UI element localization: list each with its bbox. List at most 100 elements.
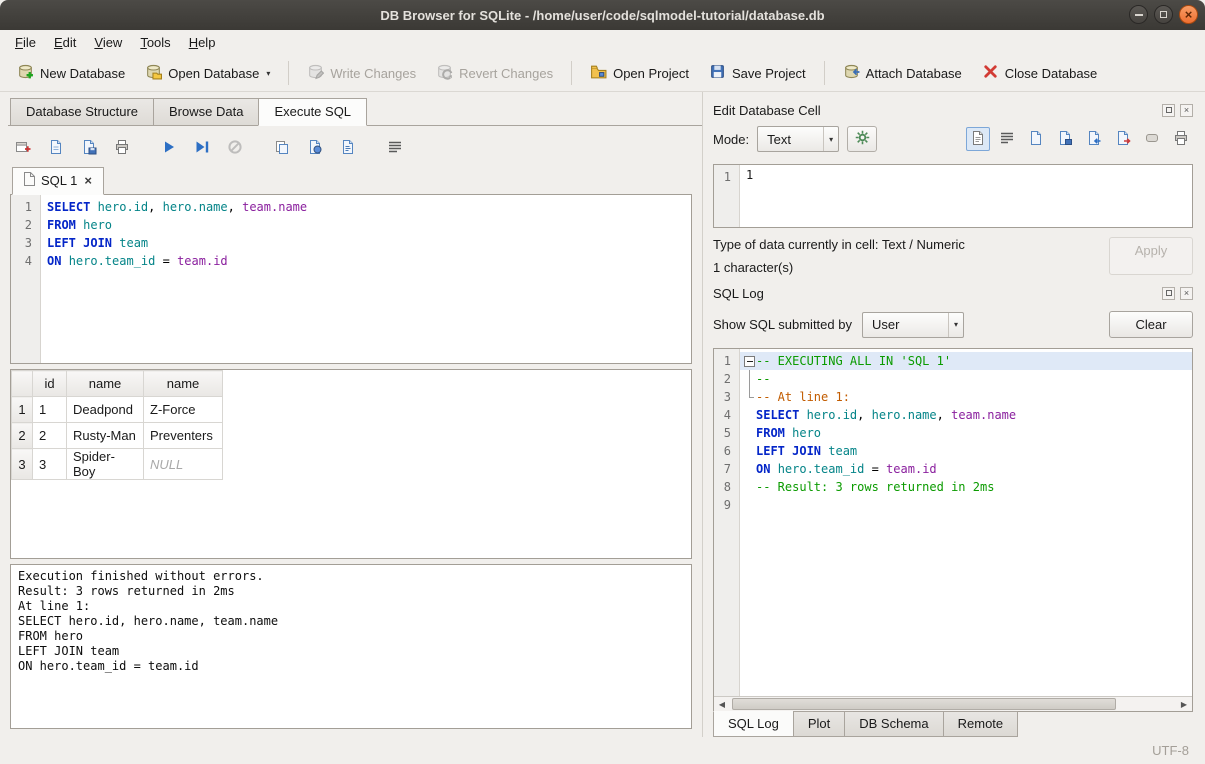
gear-icon — [855, 130, 870, 148]
export-results-button[interactable] — [269, 136, 294, 161]
float-panel-button[interactable] — [1162, 287, 1175, 300]
cell-info-row: Type of data currently in cell: Text / N… — [713, 237, 1193, 275]
scrollbar-thumb[interactable] — [732, 698, 1116, 710]
chevron-down-icon: ▾ — [823, 127, 838, 151]
code-line: -- Result: 3 rows returned in 2ms — [740, 478, 1192, 496]
menu-edit[interactable]: Edit — [45, 32, 85, 53]
text-mode-button[interactable] — [966, 127, 990, 151]
cell-toolbar — [966, 127, 1193, 151]
minimize-button[interactable] — [1129, 5, 1148, 24]
titlebar[interactable]: DB Browser for SQLite - /home/user/code/… — [0, 0, 1205, 30]
word-wrap-button[interactable] — [382, 136, 407, 161]
import-cell-data-button[interactable] — [1082, 127, 1106, 151]
scroll-left-arrow-icon[interactable]: ◀ — [714, 697, 730, 711]
find-replace-button[interactable] — [335, 136, 360, 161]
cell-settings-button[interactable] — [847, 126, 877, 152]
sql-editor[interactable]: 1234 SELECT hero.id, hero.name, team.nam… — [10, 194, 692, 364]
cell[interactable]: Preventers — [144, 423, 223, 449]
clear-log-button[interactable]: Clear — [1109, 311, 1193, 338]
execute-all-button[interactable] — [156, 136, 181, 161]
write-changes-icon — [307, 63, 324, 83]
code-token: hero — [792, 426, 821, 440]
row-number[interactable]: 2 — [12, 423, 33, 449]
attach-database-button[interactable]: Attach Database — [834, 58, 971, 88]
mode-value: Text — [767, 132, 801, 147]
open-sql-new-tab-button[interactable] — [10, 136, 35, 161]
save-results-button[interactable] — [302, 136, 327, 161]
column-header-id[interactable]: id — [33, 371, 67, 397]
maximize-button[interactable] — [1154, 5, 1173, 24]
cell[interactable]: 1 — [33, 397, 67, 423]
open-sql-file-button[interactable] — [43, 136, 68, 161]
close-window-button[interactable]: × — [1179, 5, 1198, 24]
sql-tab-label: SQL 1 — [41, 173, 77, 188]
execution-message-panel: Execution finished without errors. Resul… — [10, 564, 692, 729]
fold-margin — [742, 460, 756, 478]
mode-combobox[interactable]: Text ▾ — [757, 126, 839, 152]
save-sql-file-button[interactable] — [76, 136, 101, 161]
close-tab-icon[interactable]: × — [83, 173, 93, 188]
scrollbar-track[interactable] — [730, 697, 1176, 711]
line-number: 9 — [714, 496, 739, 514]
bottom-tab-db-schema[interactable]: DB Schema — [844, 711, 943, 737]
log-code-area[interactable]: -- EXECUTING ALL IN 'SQL 1'---- At line … — [740, 349, 1192, 696]
cell[interactable]: Deadpond — [67, 397, 144, 423]
menu-help[interactable]: Help — [180, 32, 225, 53]
column-header-name[interactable]: name — [144, 371, 223, 397]
cell[interactable]: Spider-Boy — [67, 449, 144, 480]
encoding-label: UTF-8 — [1152, 743, 1189, 758]
close-panel-button[interactable]: × — [1180, 104, 1193, 117]
tab-database-structure[interactable]: Database Structure — [10, 98, 154, 126]
word-wrap-toggle[interactable] — [995, 127, 1019, 151]
line-number: 2 — [11, 216, 40, 234]
cell[interactable]: Z-Force — [144, 397, 223, 423]
open-project-button[interactable]: Open Project — [581, 58, 698, 88]
row-number[interactable]: 3 — [12, 449, 33, 480]
tab-browse-data[interactable]: Browse Data — [153, 98, 259, 126]
code-token: team — [119, 236, 148, 250]
execute-current-line-button[interactable] — [189, 136, 214, 161]
menu-tools[interactable]: Tools — [131, 32, 179, 53]
code-line — [740, 496, 1192, 514]
tab-sql-1[interactable]: SQL 1 × — [12, 167, 104, 195]
menu-file[interactable]: File — [6, 32, 45, 53]
cell-editor[interactable]: 1 1 — [713, 164, 1193, 228]
copy-cell-button[interactable] — [1024, 127, 1048, 151]
close-panel-button[interactable]: × — [1180, 287, 1193, 300]
tab-execute-sql[interactable]: Execute SQL — [258, 98, 367, 126]
new-database-button[interactable]: New Database — [8, 58, 134, 88]
row-number[interactable]: 1 — [12, 397, 33, 423]
editor-code-area[interactable]: SELECT hero.id, hero.name, team.nameFROM… — [41, 195, 691, 363]
chevron-down-icon[interactable]: ▾ — [266, 69, 270, 78]
cell-editor-content[interactable]: 1 — [740, 165, 1192, 227]
cell[interactable]: 2 — [33, 423, 67, 449]
menubar: File Edit View Tools Help — [0, 30, 1205, 55]
save-project-button[interactable]: Save Project — [700, 58, 815, 88]
cell[interactable]: 3 — [33, 449, 67, 480]
bottom-tab-remote[interactable]: Remote — [943, 711, 1019, 737]
save-cell-button[interactable] — [1053, 127, 1077, 151]
submitted-by-combobox[interactable]: User ▾ — [862, 312, 964, 338]
log-horizontal-scrollbar[interactable]: ◀ ▶ — [714, 696, 1192, 711]
print-sql-button[interactable] — [109, 136, 134, 161]
fold-margin — [742, 496, 756, 514]
close-database-button[interactable]: Close Database — [973, 58, 1107, 88]
float-panel-button[interactable] — [1162, 104, 1175, 117]
bottom-tab-sql-log[interactable]: SQL Log — [713, 711, 794, 737]
cell[interactable]: Rusty-Man — [67, 423, 144, 449]
print-cell-button[interactable] — [1169, 127, 1193, 151]
cell-null[interactable]: NULL — [144, 449, 223, 480]
set-null-button[interactable] — [1140, 127, 1164, 151]
editor-gutter: 1234 — [11, 195, 41, 363]
export-cell-data-button[interactable] — [1111, 127, 1135, 151]
scroll-right-arrow-icon[interactable]: ▶ — [1176, 697, 1192, 711]
column-header-name[interactable]: name — [67, 371, 144, 397]
open-database-button[interactable]: Open Database ▾ — [136, 58, 279, 88]
close-icon: × — [1184, 106, 1189, 115]
cell-type-info: Type of data currently in cell: Text / N… — [713, 237, 1109, 252]
fold-collapse-icon[interactable] — [742, 352, 756, 370]
line-number: 8 — [714, 478, 739, 496]
bottom-tab-plot[interactable]: Plot — [793, 711, 845, 737]
menu-view[interactable]: View — [85, 32, 131, 53]
close-database-icon — [982, 63, 999, 83]
